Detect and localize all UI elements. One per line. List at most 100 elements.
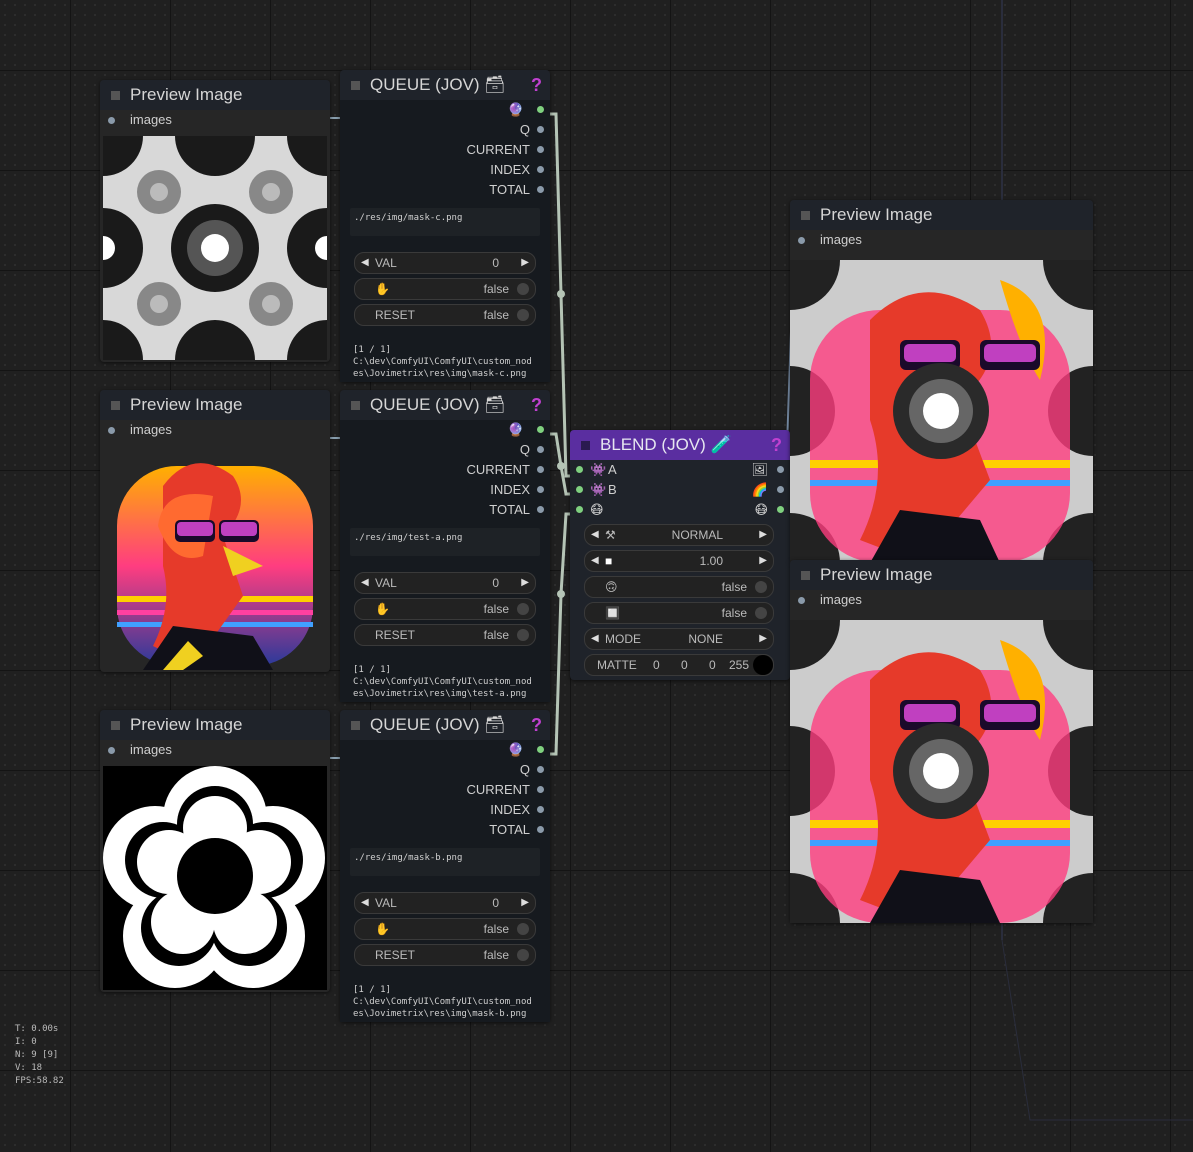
collapse-icon[interactable] (351, 721, 360, 730)
output-slot-total[interactable]: TOTAL (340, 500, 550, 520)
input-slot-a[interactable]: 👾 A 🖼 (570, 460, 790, 480)
invert-toggle[interactable]: 🔲 false (584, 602, 774, 624)
output-slot-current[interactable]: CURRENT (340, 780, 550, 800)
alpha-slider[interactable]: ◀ ■ 1.00 ▶ (584, 550, 774, 572)
matte-r[interactable]: 0 (653, 655, 660, 675)
output-dot-icon[interactable] (537, 466, 544, 473)
output-dot-icon[interactable] (537, 146, 544, 153)
toggle-knob[interactable] (517, 923, 529, 935)
queue-path-textarea[interactable]: ./res/img/mask-b.png (350, 848, 540, 876)
toggle-knob[interactable] (755, 607, 767, 619)
input-slot-images[interactable]: images (790, 230, 1093, 250)
input-dot-icon[interactable] (798, 237, 805, 244)
toggle-knob[interactable] (517, 949, 529, 961)
output-dot-icon[interactable] (537, 766, 544, 773)
input-dot-icon[interactable] (108, 747, 115, 754)
output-dot-icon[interactable] (537, 486, 544, 493)
input-slot-b[interactable]: 👾 B 🌈 (570, 480, 790, 500)
collapse-icon[interactable] (111, 401, 120, 410)
matte-swatch[interactable] (753, 655, 773, 675)
help-icon[interactable]: ? (771, 430, 782, 460)
input-slot-images[interactable]: images (100, 110, 330, 130)
help-icon[interactable]: ? (531, 390, 542, 420)
flip-toggle[interactable]: 🙃 false (584, 576, 774, 598)
preview-node-result-2[interactable]: Preview Image images (790, 560, 1093, 923)
mode-select[interactable]: ◀ MODE NONE ▶ (584, 628, 774, 650)
val-stepper[interactable]: ◀ VAL 0 ▶ (354, 572, 536, 594)
output-slot-q[interactable]: Q (340, 760, 550, 780)
hold-toggle[interactable]: ✋ false (354, 278, 536, 300)
node-title-bar[interactable]: Preview Image (100, 390, 330, 420)
input-dot-icon[interactable] (798, 597, 805, 604)
output-slot-any[interactable]: 🔮 (340, 420, 550, 440)
output-dot-icon[interactable] (777, 466, 784, 473)
increment-arrow-icon[interactable]: ▶ (521, 893, 529, 913)
help-icon[interactable]: ? (531, 710, 542, 740)
output-slot-current[interactable]: CURRENT (340, 140, 550, 160)
collapse-icon[interactable] (111, 91, 120, 100)
decrement-arrow-icon[interactable]: ◀ (591, 551, 599, 571)
hold-toggle[interactable]: ✋ false (354, 918, 536, 940)
collapse-icon[interactable] (581, 441, 590, 450)
input-dot-icon[interactable] (576, 506, 583, 513)
output-dot-icon[interactable] (537, 426, 544, 433)
decrement-arrow-icon[interactable]: ◀ (361, 893, 369, 913)
toggle-knob[interactable] (517, 603, 529, 615)
val-stepper[interactable]: ◀ VAL 0 ▶ (354, 252, 536, 274)
node-title-bar[interactable]: Preview Image (790, 200, 1093, 230)
toggle-knob[interactable] (517, 629, 529, 641)
queue-path-textarea[interactable]: ./res/img/mask-c.png (350, 208, 540, 236)
collapse-icon[interactable] (351, 401, 360, 410)
matte-g[interactable]: 0 (681, 655, 688, 675)
toggle-knob[interactable] (755, 581, 767, 593)
output-dot-icon[interactable] (537, 506, 544, 513)
collapse-icon[interactable] (351, 81, 360, 90)
matte-color[interactable]: MATTE 0 0 0 255 (584, 654, 774, 676)
queue-node-3[interactable]: QUEUE (JOV) 🗃? 🔮 Q CURRENT INDEX TOTAL .… (340, 710, 550, 1022)
preview-node-2[interactable]: Preview Image images (100, 390, 330, 672)
reset-toggle[interactable]: RESET false (354, 944, 536, 966)
output-dot-icon[interactable] (537, 786, 544, 793)
input-dot-icon[interactable] (108, 117, 115, 124)
output-dot-icon[interactable] (537, 806, 544, 813)
decrement-arrow-icon[interactable]: ◀ (361, 253, 369, 273)
hold-toggle[interactable]: ✋ false (354, 598, 536, 620)
matte-a[interactable]: 255 (729, 655, 749, 675)
blend-node[interactable]: BLEND (JOV) 🧪? 👾 A 🖼 👾 B 🌈 😷 😷 ◀ ⚒ NORMAL ▶ ◀ ■ 1.… (570, 430, 790, 680)
node-title-bar[interactable]: QUEUE (JOV) 🗃? (340, 390, 550, 420)
reset-toggle[interactable]: RESET false (354, 624, 536, 646)
output-dot-icon[interactable] (777, 506, 784, 513)
output-slot-total[interactable]: TOTAL (340, 820, 550, 840)
decrement-arrow-icon[interactable]: ◀ (591, 629, 599, 649)
input-dot-icon[interactable] (576, 466, 583, 473)
input-dot-icon[interactable] (576, 486, 583, 493)
output-slot-q[interactable]: Q (340, 440, 550, 460)
node-title-bar[interactable]: QUEUE (JOV) 🗃? (340, 70, 550, 100)
preview-node-1[interactable]: Preview Image images (100, 80, 330, 362)
output-slot-index[interactable]: INDEX (340, 800, 550, 820)
output-slot-q[interactable]: Q (340, 120, 550, 140)
output-dot-icon[interactable] (537, 126, 544, 133)
output-slot-current[interactable]: CURRENT (340, 460, 550, 480)
collapse-icon[interactable] (111, 721, 120, 730)
queue-node-1[interactable]: QUEUE (JOV) 🗃? 🔮 Q CURRENT INDEX TOTAL .… (340, 70, 550, 382)
output-slot-index[interactable]: INDEX (340, 480, 550, 500)
increment-arrow-icon[interactable]: ▶ (521, 573, 529, 593)
increment-arrow-icon[interactable]: ▶ (759, 525, 767, 545)
node-title-bar[interactable]: Preview Image (100, 80, 330, 110)
collapse-icon[interactable] (801, 571, 810, 580)
preview-node-3[interactable]: Preview Image images (100, 710, 330, 992)
toggle-knob[interactable] (517, 283, 529, 295)
increment-arrow-icon[interactable]: ▶ (521, 253, 529, 273)
output-dot-icon[interactable] (537, 446, 544, 453)
blend-func-select[interactable]: ◀ ⚒ NORMAL ▶ (584, 524, 774, 546)
output-dot-icon[interactable] (537, 186, 544, 193)
input-dot-icon[interactable] (108, 427, 115, 434)
output-dot-icon[interactable] (537, 106, 544, 113)
node-title-bar[interactable]: BLEND (JOV) 🧪? (570, 430, 790, 460)
collapse-icon[interactable] (801, 211, 810, 220)
help-icon[interactable]: ? (531, 70, 542, 100)
node-title-bar[interactable]: Preview Image (790, 560, 1093, 590)
decrement-arrow-icon[interactable]: ◀ (591, 525, 599, 545)
input-slot-mask[interactable]: 😷 😷 (570, 500, 790, 520)
